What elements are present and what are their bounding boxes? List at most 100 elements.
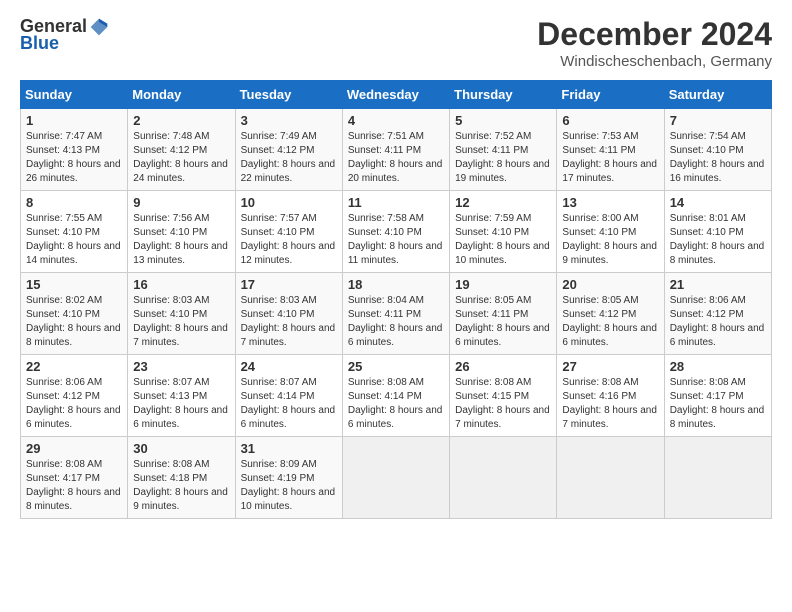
- table-row: 16Sunrise: 8:03 AMSunset: 4:10 PMDayligh…: [128, 273, 235, 355]
- table-row: 8 Sunrise: 7:55 AMSunset: 4:10 PMDaylight…: [21, 191, 128, 273]
- col-saturday: Saturday: [664, 81, 771, 109]
- table-row: 30Sunrise: 8:08 AMSunset: 4:18 PMDayligh…: [128, 437, 235, 519]
- day-info: Sunrise: 8:07 AMSunset: 4:14 PMDaylight:…: [241, 376, 337, 432]
- day-number: 11: [348, 195, 444, 210]
- day-number: 8: [26, 195, 122, 210]
- col-thursday: Thursday: [450, 81, 557, 109]
- table-row: 18 Sunrise: 8:04 AMSunset: 4:11 PMDayligh…: [342, 273, 449, 355]
- day-info: Sunrise: 7:53 AMSunset: 4:11 PMDaylight:…: [562, 130, 658, 186]
- day-info: Sunrise: 8:08 AMSunset: 4:14 PMDaylight:…: [348, 376, 444, 432]
- col-friday: Friday: [557, 81, 664, 109]
- table-row: 5 Sunrise: 7:52 AMSunset: 4:11 PMDaylight…: [450, 109, 557, 191]
- day-info: Sunrise: 8:00 AMSunset: 4:10 PMDaylight:…: [562, 212, 658, 268]
- day-number: 5: [455, 113, 551, 128]
- table-row: 17 Sunrise: 8:03 AMSunset: 4:10 PMDayligh…: [235, 273, 342, 355]
- day-info: Sunrise: 8:07 AMSunset: 4:13 PMDaylight:…: [133, 376, 229, 432]
- day-number: 22: [26, 359, 122, 374]
- day-number: 18: [348, 277, 444, 292]
- page-title: December 2024: [537, 16, 772, 53]
- day-info: Sunrise: 8:06 AMSunset: 4:12 PMDaylight:…: [26, 376, 122, 432]
- day-number: 17: [241, 277, 337, 292]
- page-header: General Blue December 2024 Windischesche…: [20, 16, 772, 70]
- col-monday: Monday: [128, 81, 235, 109]
- calendar-week-row: 15Sunrise: 8:02 AMSunset: 4:10 PMDayligh…: [21, 273, 772, 355]
- table-row: 14 Sunrise: 8:01 AMSunset: 4:10 PMDayligh…: [664, 191, 771, 273]
- col-sunday: Sunday: [21, 81, 128, 109]
- table-row: [450, 437, 557, 519]
- table-row: 15Sunrise: 8:02 AMSunset: 4:10 PMDayligh…: [21, 273, 128, 355]
- day-number: 28: [670, 359, 766, 374]
- day-number: 27: [562, 359, 658, 374]
- table-row: [342, 437, 449, 519]
- day-info: Sunrise: 8:05 AMSunset: 4:12 PMDaylight:…: [562, 294, 658, 350]
- table-row: 20Sunrise: 8:05 AMSunset: 4:12 PMDayligh…: [557, 273, 664, 355]
- day-info: Sunrise: 7:47 AMSunset: 4:13 PMDaylight:…: [26, 130, 122, 186]
- day-number: 1: [26, 113, 122, 128]
- day-number: 26: [455, 359, 551, 374]
- table-row: 25 Sunrise: 8:08 AMSunset: 4:14 PMDayligh…: [342, 355, 449, 437]
- day-number: 19: [455, 277, 551, 292]
- page-subtitle: Windischeschenbach, Germany: [537, 53, 772, 70]
- table-row: 11 Sunrise: 7:58 AMSunset: 4:10 PMDayligh…: [342, 191, 449, 273]
- calendar-table: Sunday Monday Tuesday Wednesday Thursday…: [20, 80, 772, 519]
- day-info: Sunrise: 7:58 AMSunset: 4:10 PMDaylight:…: [348, 212, 444, 268]
- day-info: Sunrise: 8:01 AMSunset: 4:10 PMDaylight:…: [670, 212, 766, 268]
- table-row: 1 Sunrise: 7:47 AMSunset: 4:13 PMDaylight…: [21, 109, 128, 191]
- day-number: 13: [562, 195, 658, 210]
- calendar-header-row: Sunday Monday Tuesday Wednesday Thursday…: [21, 81, 772, 109]
- table-row: 29Sunrise: 8:08 AMSunset: 4:17 PMDayligh…: [21, 437, 128, 519]
- day-number: 9: [133, 195, 229, 210]
- table-row: 4Sunrise: 7:51 AMSunset: 4:11 PMDaylight…: [342, 109, 449, 191]
- day-info: Sunrise: 8:09 AMSunset: 4:19 PMDaylight:…: [241, 458, 337, 514]
- day-info: Sunrise: 8:03 AMSunset: 4:10 PMDaylight:…: [241, 294, 337, 350]
- day-number: 31: [241, 441, 337, 456]
- day-number: 21: [670, 277, 766, 292]
- table-row: 28 Sunrise: 8:08 AMSunset: 4:17 PMDayligh…: [664, 355, 771, 437]
- day-number: 6: [562, 113, 658, 128]
- table-row: 31 Sunrise: 8:09 AMSunset: 4:19 PMDayligh…: [235, 437, 342, 519]
- calendar-week-row: 22 Sunrise: 8:06 AMSunset: 4:12 PMDayligh…: [21, 355, 772, 437]
- logo: General Blue: [20, 16, 109, 54]
- table-row: 19Sunrise: 8:05 AMSunset: 4:11 PMDayligh…: [450, 273, 557, 355]
- day-info: Sunrise: 8:08 AMSunset: 4:17 PMDaylight:…: [670, 376, 766, 432]
- logo-icon: [89, 17, 109, 37]
- table-row: 6 Sunrise: 7:53 AMSunset: 4:11 PMDaylight…: [557, 109, 664, 191]
- table-row: 23 Sunrise: 8:07 AMSunset: 4:13 PMDayligh…: [128, 355, 235, 437]
- day-info: Sunrise: 8:03 AMSunset: 4:10 PMDaylight:…: [133, 294, 229, 350]
- day-info: Sunrise: 8:08 AMSunset: 4:17 PMDaylight:…: [26, 458, 122, 514]
- day-info: Sunrise: 8:04 AMSunset: 4:11 PMDaylight:…: [348, 294, 444, 350]
- table-row: 13 Sunrise: 8:00 AMSunset: 4:10 PMDayligh…: [557, 191, 664, 273]
- day-number: 24: [241, 359, 337, 374]
- table-row: 27 Sunrise: 8:08 AMSunset: 4:16 PMDayligh…: [557, 355, 664, 437]
- table-row: [664, 437, 771, 519]
- table-row: 12 Sunrise: 7:59 AMSunset: 4:10 PMDayligh…: [450, 191, 557, 273]
- calendar-week-row: 1 Sunrise: 7:47 AMSunset: 4:13 PMDaylight…: [21, 109, 772, 191]
- day-info: Sunrise: 7:57 AMSunset: 4:10 PMDaylight:…: [241, 212, 337, 268]
- table-row: 22 Sunrise: 8:06 AMSunset: 4:12 PMDayligh…: [21, 355, 128, 437]
- day-number: 25: [348, 359, 444, 374]
- day-info: Sunrise: 7:54 AMSunset: 4:10 PMDaylight:…: [670, 130, 766, 186]
- day-info: Sunrise: 8:02 AMSunset: 4:10 PMDaylight:…: [26, 294, 122, 350]
- day-info: Sunrise: 8:08 AMSunset: 4:15 PMDaylight:…: [455, 376, 551, 432]
- day-info: Sunrise: 7:59 AMSunset: 4:10 PMDaylight:…: [455, 212, 551, 268]
- col-tuesday: Tuesday: [235, 81, 342, 109]
- day-number: 7: [670, 113, 766, 128]
- day-info: Sunrise: 8:06 AMSunset: 4:12 PMDaylight:…: [670, 294, 766, 350]
- table-row: 3Sunrise: 7:49 AMSunset: 4:12 PMDaylight…: [235, 109, 342, 191]
- day-info: Sunrise: 8:08 AMSunset: 4:16 PMDaylight:…: [562, 376, 658, 432]
- table-row: [557, 437, 664, 519]
- day-number: 12: [455, 195, 551, 210]
- table-row: 21 Sunrise: 8:06 AMSunset: 4:12 PMDayligh…: [664, 273, 771, 355]
- table-row: 9 Sunrise: 7:56 AMSunset: 4:10 PMDaylight…: [128, 191, 235, 273]
- day-number: 14: [670, 195, 766, 210]
- table-row: 7 Sunrise: 7:54 AMSunset: 4:10 PMDaylight…: [664, 109, 771, 191]
- day-info: Sunrise: 7:55 AMSunset: 4:10 PMDaylight:…: [26, 212, 122, 268]
- day-number: 4: [348, 113, 444, 128]
- logo-blue-text: Blue: [20, 33, 59, 54]
- table-row: 26 Sunrise: 8:08 AMSunset: 4:15 PMDayligh…: [450, 355, 557, 437]
- day-info: Sunrise: 7:52 AMSunset: 4:11 PMDaylight:…: [455, 130, 551, 186]
- day-number: 23: [133, 359, 229, 374]
- day-info: Sunrise: 7:56 AMSunset: 4:10 PMDaylight:…: [133, 212, 229, 268]
- day-info: Sunrise: 7:48 AMSunset: 4:12 PMDaylight:…: [133, 130, 229, 186]
- day-info: Sunrise: 8:08 AMSunset: 4:18 PMDaylight:…: [133, 458, 229, 514]
